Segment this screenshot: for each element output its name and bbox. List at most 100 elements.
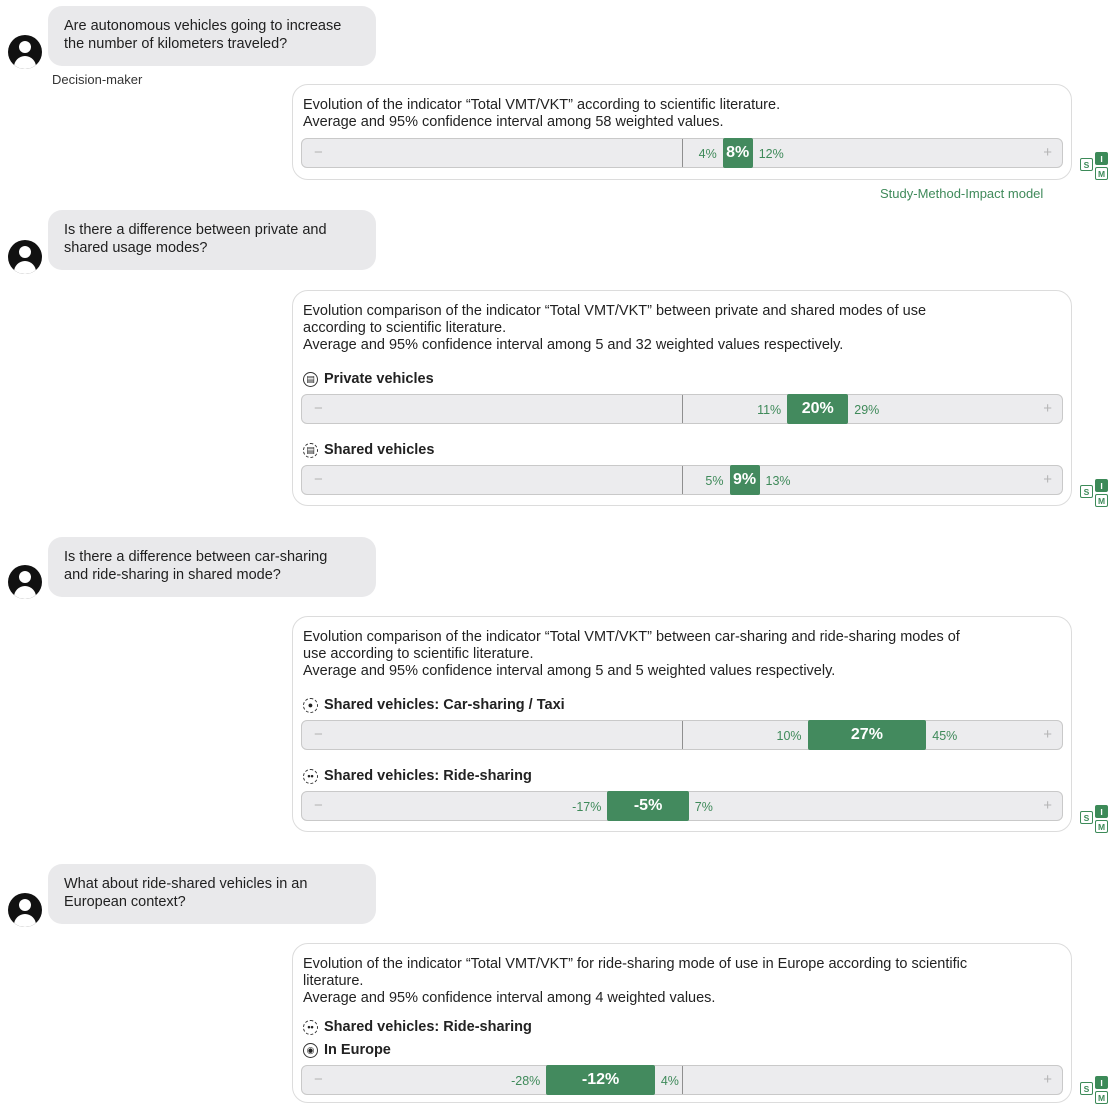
segment-label: ● Shared vehicles: Car-sharing / Taxi — [303, 697, 565, 713]
answer-subtitle: Average and 95% confidence interval amon… — [303, 337, 844, 353]
badge-s: S — [1080, 158, 1093, 171]
minus-icon: − — [314, 797, 323, 814]
globe-icon: ◉ — [303, 1042, 318, 1058]
person-icon: ● — [303, 697, 318, 713]
badge-s: S — [1080, 811, 1093, 824]
car-icon: ▤ — [303, 442, 318, 458]
answer-title: Evolution comparison of the indicator “T… — [303, 629, 960, 645]
answer-subtitle: Average and 95% confidence interval amon… — [303, 663, 836, 679]
question-text: What about ride-shared vehicles in an — [64, 876, 308, 892]
answer-title: according to scientific literature. — [303, 320, 507, 336]
question-text: Are autonomous vehicles going to increas… — [64, 18, 342, 34]
plus-icon: + — [1043, 726, 1052, 743]
question-text: the number of kilometers traveled? — [64, 36, 288, 52]
question-text: shared usage modes? — [64, 240, 208, 256]
mean-label: 8% — [726, 144, 750, 161]
people-icon: •• — [303, 768, 318, 784]
smi-badge-icon[interactable]: S I M — [1080, 1076, 1110, 1108]
question-bubble: Is there a difference between car-sharin… — [48, 537, 376, 597]
region-label-text: In Europe — [324, 1042, 391, 1058]
plus-icon: + — [1043, 400, 1052, 417]
zero-line — [682, 1066, 683, 1094]
mean-label: 27% — [850, 726, 883, 743]
segment-label: •• Shared vehicles: Ride-sharing — [303, 1019, 532, 1035]
answer-subtitle: Average and 95% confidence interval amon… — [303, 990, 716, 1006]
plus-icon: + — [1043, 1071, 1052, 1088]
zero-line — [682, 466, 683, 494]
user-avatar-icon — [8, 565, 42, 599]
badge-m: M — [1095, 820, 1108, 833]
car-icon: ▤ — [303, 371, 318, 387]
mean-label: 9% — [732, 471, 757, 488]
question-text: Is there a difference between car-sharin… — [64, 549, 328, 565]
badge-m: M — [1095, 494, 1108, 507]
plus-icon: + — [1043, 471, 1052, 488]
badge-s: S — [1080, 485, 1093, 498]
plus-icon: + — [1043, 797, 1052, 814]
ci-low-label: -28% — [511, 1074, 541, 1088]
ci-low-label: 11% — [757, 403, 782, 417]
confidence-bar: − + 4% 8% 12% — [301, 138, 1063, 168]
segment-label: ▤ Shared vehicles — [303, 442, 434, 458]
segment-label-text: Private vehicles — [324, 371, 434, 387]
user-avatar-icon — [8, 240, 42, 274]
role-label: Decision-maker — [52, 72, 143, 87]
segment-label: ▤ Private vehicles — [303, 371, 434, 387]
confidence-bar: − + 11% 20% 29% — [301, 394, 1063, 424]
people-icon: •• — [303, 1019, 318, 1035]
badge-i: I — [1095, 152, 1108, 165]
segment-label-text: Shared vehicles: Ride-sharing — [324, 768, 532, 784]
ci-low-label: 4% — [698, 147, 717, 161]
zero-line — [682, 721, 683, 749]
answer-title: Evolution of the indicator “Total VMT/VK… — [303, 956, 968, 972]
confidence-bar: − + 5% 9% 13% — [301, 465, 1063, 495]
question-text: Is there a difference between private an… — [64, 222, 327, 238]
ci-high-label: 29% — [854, 403, 880, 417]
mean-label: -5% — [633, 797, 663, 814]
badge-i: I — [1095, 805, 1108, 818]
answer-title: Evolution of the indicator “Total VMT/VK… — [303, 97, 781, 113]
answer-title: Evolution comparison of the indicator “T… — [303, 303, 927, 319]
region-label: ◉ In Europe — [303, 1042, 391, 1058]
answer-title: literature. — [303, 973, 364, 989]
ci-high-label: 45% — [932, 729, 958, 743]
badge-i: I — [1095, 1076, 1108, 1089]
badge-m: M — [1095, 1091, 1108, 1104]
segment-label-text: Shared vehicles: Car-sharing / Taxi — [324, 697, 565, 713]
answer-subtitle: Average and 95% confidence interval amon… — [303, 114, 724, 130]
confidence-bar: − + 10% 27% 45% — [301, 720, 1063, 750]
minus-icon: − — [314, 1071, 323, 1088]
minus-icon: − — [314, 400, 323, 417]
segment-label: •• Shared vehicles: Ride-sharing — [303, 768, 532, 784]
user-avatar-icon — [8, 35, 42, 69]
ci-high-label: 7% — [694, 800, 713, 814]
smi-badge-icon[interactable]: S I M — [1080, 479, 1110, 511]
question-text: and ride-sharing in shared mode? — [64, 567, 281, 583]
plus-icon: + — [1043, 144, 1052, 161]
smi-badge-icon[interactable]: S I M — [1080, 805, 1110, 837]
confidence-bar: − + -17% -5% 7% — [301, 791, 1063, 821]
minus-icon: − — [314, 726, 323, 743]
answer-title: use according to scientific literature. — [303, 646, 534, 662]
minus-icon: − — [314, 144, 323, 161]
mean-label: -12% — [581, 1071, 620, 1088]
question-bubble: Is there a difference between private an… — [48, 210, 376, 270]
question-bubble: What about ride-shared vehicles in an Eu… — [48, 864, 376, 924]
badge-i: I — [1095, 479, 1108, 492]
smi-badge-icon[interactable]: S I M — [1080, 152, 1110, 184]
badge-m: M — [1095, 167, 1108, 180]
ci-low-label: 5% — [705, 474, 724, 488]
zero-line — [682, 139, 683, 167]
confidence-bar: − + -28% -12% 4% — [301, 1065, 1063, 1095]
ci-low-label: 10% — [776, 729, 802, 743]
model-link[interactable]: Study-Method-Impact model — [880, 186, 1043, 201]
badge-s: S — [1080, 1082, 1093, 1095]
segment-label-text: Shared vehicles: Ride-sharing — [324, 1019, 532, 1035]
zero-line — [682, 395, 683, 423]
segment-label-text: Shared vehicles — [324, 442, 435, 458]
ci-high-label: 4% — [660, 1074, 679, 1088]
question-text: European context? — [64, 894, 186, 910]
question-bubble: Are autonomous vehicles going to increas… — [48, 6, 376, 66]
minus-icon: − — [314, 471, 323, 488]
ci-high-label: 13% — [765, 474, 791, 488]
